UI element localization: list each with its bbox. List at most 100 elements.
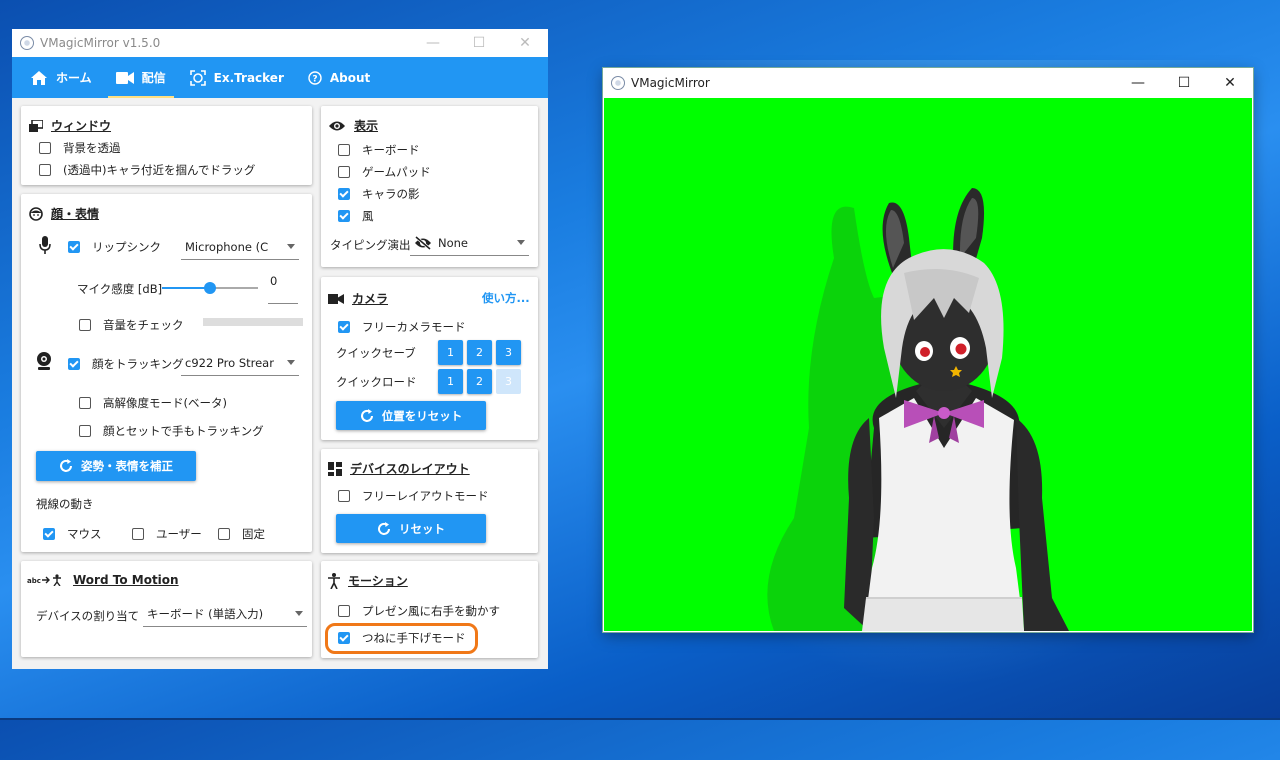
gamepad-option[interactable]: ゲームパッド: [338, 164, 431, 180]
gaze-user-checkbox[interactable]: [132, 528, 144, 540]
keyboard-option[interactable]: キーボード: [338, 142, 420, 158]
nav-tabs: ホーム 配信 Ex.Tracker ? About: [12, 57, 548, 98]
hand-tracking-label: 顔とセットで手もトラッキング: [103, 424, 264, 438]
volume-meter: [203, 318, 303, 326]
preview-titlebar[interactable]: VMagicMirror — ☐ ✕: [603, 68, 1253, 98]
layout-card: デバイスのレイアウト フリーレイアウトモード リセット: [321, 449, 538, 553]
gaze-fixed-option[interactable]: 固定: [218, 526, 265, 542]
transparent-bg-checkbox[interactable]: [39, 142, 51, 154]
svg-text:?: ?: [312, 74, 317, 84]
shadow-option[interactable]: キャラの影: [338, 186, 420, 202]
face-tracking-option[interactable]: 顔をトラッキング: [68, 356, 184, 372]
tab-about[interactable]: ? About: [296, 57, 382, 98]
quick-load-1-button[interactable]: 1: [438, 369, 463, 394]
free-layout-checkbox[interactable]: [338, 490, 350, 502]
calibrate-button[interactable]: 姿勢・表情を補正: [36, 451, 196, 481]
camera-help-link[interactable]: 使い方...: [482, 290, 530, 306]
presenter-checkbox[interactable]: [338, 605, 350, 617]
mic-sensitivity-value: 0: [270, 274, 278, 288]
app-icon: [20, 36, 34, 50]
drag-checkbox[interactable]: [39, 164, 51, 176]
typing-effect-select[interactable]: None: [410, 230, 529, 256]
high-res-checkbox[interactable]: [79, 397, 91, 409]
quick-save-1-button[interactable]: 1: [438, 340, 463, 365]
preview-minimize-button[interactable]: —: [1115, 69, 1161, 97]
high-res-option[interactable]: 高解像度モード(ベータ): [79, 395, 227, 411]
preview-close-button[interactable]: ✕: [1207, 69, 1253, 97]
webcam-icon: [36, 351, 52, 374]
eye-off-icon: [415, 235, 431, 250]
word-to-motion-icon: abc: [27, 574, 65, 586]
hand-tracking-checkbox[interactable]: [79, 425, 91, 437]
transparent-bg-option[interactable]: 背景を透過: [39, 140, 121, 156]
gamepad-checkbox[interactable]: [338, 166, 350, 178]
quick-save-3-button[interactable]: 3: [496, 340, 521, 365]
gaze-mouse-checkbox[interactable]: [43, 528, 55, 540]
quick-save-2-button[interactable]: 2: [467, 340, 492, 365]
free-camera-checkbox[interactable]: [338, 321, 350, 333]
preview-maximize-button[interactable]: ☐: [1161, 69, 1207, 97]
shadow-checkbox[interactable]: [338, 188, 350, 200]
gaze-user-option[interactable]: ユーザー: [132, 526, 202, 542]
quick-load-2-button[interactable]: 2: [467, 369, 492, 394]
svg-text:abc: abc: [27, 577, 41, 585]
volume-check-checkbox[interactable]: [79, 319, 91, 331]
chevron-down-icon: [517, 240, 525, 245]
camera-reset-button[interactable]: 位置をリセット: [336, 401, 486, 430]
microphone-select[interactable]: Microphone (C: [181, 234, 299, 260]
drag-option[interactable]: (透過中)キャラ付近を掴んでドラッグ: [39, 162, 255, 178]
typing-effect-value: None: [438, 235, 469, 250]
presenter-option[interactable]: プレゼン風に右手を動かす: [338, 603, 500, 619]
window-icon: [29, 119, 43, 132]
control-window: VMagicMirror v1.5.0 — ☐ ✕ ホーム 配信 Ex.Trac…: [12, 29, 548, 669]
home-icon: [31, 70, 47, 85]
camera-device-select[interactable]: c922 Pro Strear: [181, 350, 299, 376]
hand-tracking-option[interactable]: 顔とセットで手もトラッキング: [79, 423, 264, 439]
control-titlebar[interactable]: VMagicMirror v1.5.0 — ☐ ✕: [12, 29, 548, 57]
wind-checkbox[interactable]: [338, 210, 350, 222]
quick-load-1-label: 1: [447, 375, 454, 388]
mic-sensitivity-input[interactable]: 0: [268, 274, 298, 304]
tab-home[interactable]: ホーム: [18, 57, 104, 98]
chevron-down-icon: [287, 244, 295, 249]
word-to-motion-card: abc Word To Motion デバイスの割り当て キーボード (単語入力…: [21, 561, 312, 657]
mic-sensitivity-slider[interactable]: [204, 282, 216, 294]
lipsync-checkbox[interactable]: [68, 241, 80, 253]
app-icon: [611, 76, 625, 90]
free-layout-option[interactable]: フリーレイアウトモード: [338, 488, 489, 504]
keyboard-label: キーボード: [362, 143, 420, 157]
volume-check-option[interactable]: 音量をチェック: [79, 317, 184, 333]
device-assign-select[interactable]: キーボード (単語入力): [143, 601, 307, 627]
wind-option[interactable]: 風: [338, 208, 374, 224]
tab-stream[interactable]: 配信: [104, 57, 178, 98]
gaze-fixed-checkbox[interactable]: [218, 528, 230, 540]
camera-device-select-value: c922 Pro Strear: [185, 355, 274, 370]
window-card-header: ウィンドウ: [29, 117, 111, 134]
gaze-mouse-option[interactable]: マウス: [43, 526, 102, 542]
avatar-view[interactable]: [604, 98, 1252, 631]
window-card: ウィンドウ 背景を透過 (透過中)キャラ付近を掴んでドラッグ: [21, 106, 312, 185]
quick-load-3-button: 3: [496, 369, 521, 394]
quick-save-3-label: 3: [505, 346, 512, 359]
display-card-title: 表示: [354, 119, 379, 133]
maximize-button[interactable]: ☐: [456, 29, 502, 57]
camera-card-title: カメラ: [352, 292, 389, 306]
lipsync-option[interactable]: リップシンク: [68, 239, 161, 255]
motion-card-title: モーション: [348, 574, 408, 588]
tab-stream-label: 配信: [141, 71, 166, 85]
layout-reset-button[interactable]: リセット: [336, 514, 486, 543]
lipsync-label: リップシンク: [92, 240, 161, 254]
help-circle-icon: ?: [308, 70, 322, 85]
keyboard-checkbox[interactable]: [338, 144, 350, 156]
minimize-button[interactable]: —: [410, 29, 456, 57]
face-tracker-icon: [189, 69, 206, 86]
microphone-select-value: Microphone (C: [185, 239, 269, 254]
free-camera-option[interactable]: フリーカメラモード: [338, 319, 466, 335]
refresh-icon: [60, 459, 72, 472]
tab-ex-tracker[interactable]: Ex.Tracker: [178, 57, 296, 98]
tab-home-label: ホーム: [56, 71, 92, 85]
hands-down-highlight: [325, 623, 478, 654]
quick-save-1-label: 1: [447, 346, 454, 359]
close-button[interactable]: ✕: [502, 29, 548, 57]
face-tracking-checkbox[interactable]: [68, 358, 80, 370]
